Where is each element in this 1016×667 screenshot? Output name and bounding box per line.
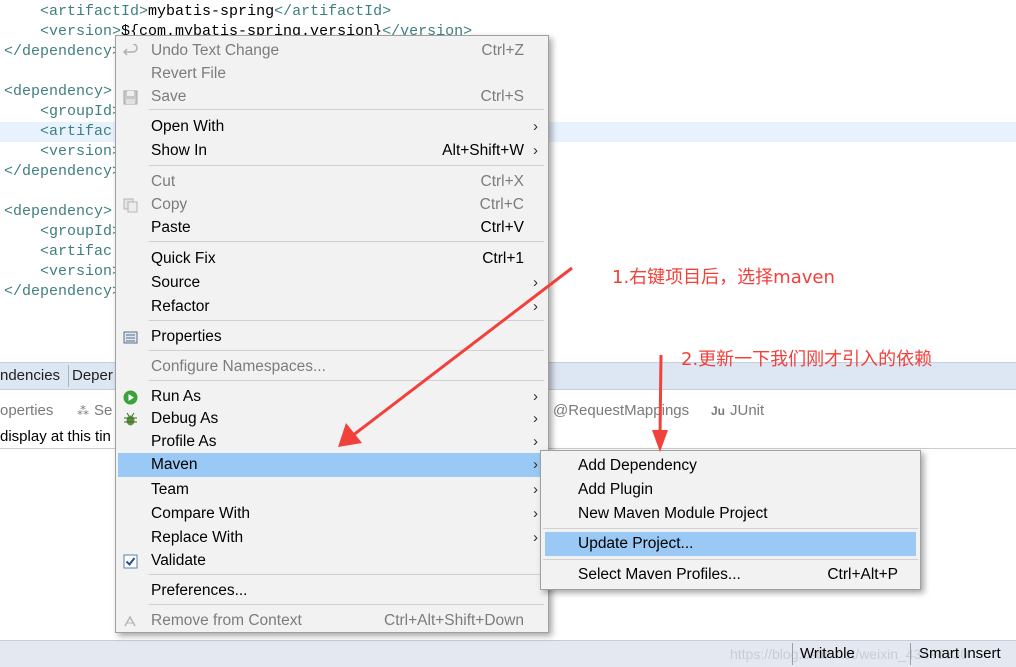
menu-compare-with[interactable]: Compare With › (116, 502, 548, 525)
checkbox-checked-icon (123, 553, 138, 569)
run-icon (123, 389, 138, 405)
menu-refactor[interactable]: Refactor › (116, 295, 548, 318)
menu-separator (149, 350, 544, 351)
menu-separator (149, 574, 544, 575)
chevron-right-icon: › (533, 456, 538, 473)
submenu-select-maven-profiles[interactable]: Select Maven Profiles... Ctrl+Alt+P (541, 563, 920, 586)
junit-icon: Ju (711, 404, 726, 418)
menu-quick-fix[interactable]: Quick Fix Ctrl+1 (116, 247, 548, 270)
menu-profile-as[interactable]: Profile As › (116, 430, 548, 453)
menu-cut[interactable]: Cut Ctrl+X (116, 170, 548, 193)
annotation-step-1: 1.右键项目后，选择maven (612, 267, 835, 288)
menu-preferences[interactable]: Preferences... (116, 579, 548, 602)
properties-icon (123, 329, 138, 344)
chevron-right-icon: › (533, 142, 538, 159)
menu-remove-from-context[interactable]: Remove from Context Ctrl+Alt+Shift+Down (116, 609, 548, 632)
menu-team[interactable]: Team › (116, 478, 548, 501)
menu-revert-file[interactable]: Revert File (116, 62, 548, 85)
submenu-add-plugin[interactable]: Add Plugin (541, 478, 920, 501)
chevron-right-icon: › (533, 388, 538, 405)
menu-separator (149, 320, 544, 321)
servers-icon: ⁂ (77, 404, 89, 418)
save-icon (123, 89, 138, 105)
menu-separator (543, 528, 918, 529)
context-menu: Undo Text Change Ctrl+Z Revert File Save C… (115, 35, 549, 633)
menu-configure-namespaces[interactable]: Configure Namespaces... (116, 355, 548, 378)
menu-paste[interactable]: Paste Ctrl+V (116, 216, 548, 239)
code-line: <dependency> (4, 203, 113, 220)
properties-view-link[interactable]: operties (0, 400, 53, 422)
menu-source[interactable]: Source › (116, 271, 548, 294)
menu-copy[interactable]: Copy Ctrl+C (116, 193, 548, 216)
code-line: <version> (40, 143, 122, 160)
status-divider (792, 643, 793, 665)
chevron-right-icon: › (533, 274, 538, 291)
menu-separator (149, 165, 544, 166)
menu-separator (149, 380, 544, 381)
junit-view-link[interactable]: JUnit (730, 400, 764, 422)
submenu-add-dependency[interactable]: Add Dependency (541, 454, 920, 477)
request-mappings-view-link[interactable]: @RequestMappings (553, 400, 689, 422)
status-bar: https://blog.csdn.net/weixin_43496330 Wr… (0, 640, 1016, 667)
chevron-right-icon: › (533, 505, 538, 522)
chevron-right-icon: › (533, 410, 538, 427)
code-line: <artifactId>mybatis-spring</artifactId> (40, 3, 392, 20)
tab-dependency-hierarchy[interactable]: Deper (72, 365, 113, 387)
tab-divider (68, 365, 69, 387)
menu-save[interactable]: Save Ctrl+S (116, 85, 548, 108)
code-line: <groupId> (40, 103, 122, 120)
tab-dependencies[interactable]: ndencies (0, 365, 60, 387)
menu-properties[interactable]: Properties (116, 325, 548, 348)
maven-submenu: Add Dependency Add Plugin New Maven Modu… (540, 450, 921, 590)
servers-view-link[interactable]: Se (94, 400, 112, 422)
menu-open-with[interactable]: Open With › (116, 115, 548, 138)
debug-bug-icon (123, 411, 138, 426)
menu-maven[interactable]: Maven › (118, 453, 546, 477)
code-line: <artifac (40, 243, 113, 260)
menu-run-as[interactable]: Run As › (116, 385, 548, 408)
code-line: </dependency> (4, 283, 122, 300)
menu-replace-with[interactable]: Replace With › (116, 526, 548, 549)
copy-icon (123, 197, 138, 213)
remove-context-icon (123, 613, 138, 628)
code-line: </dependency> (4, 43, 122, 60)
submenu-update-project[interactable]: Update Project... (545, 532, 916, 556)
code-line: <groupId> (40, 223, 122, 240)
code-line: <version> (40, 263, 122, 280)
code-line: <dependency> (4, 83, 113, 100)
menu-separator (149, 604, 544, 605)
code-line: <artifac (40, 123, 113, 140)
chevron-right-icon: › (533, 529, 538, 546)
code-line: </dependency> (4, 163, 122, 180)
menu-undo-text-change[interactable]: Undo Text Change Ctrl+Z (116, 39, 548, 62)
chevron-right-icon: › (533, 298, 538, 315)
chevron-right-icon: › (533, 118, 538, 135)
menu-separator (543, 559, 918, 560)
submenu-new-maven-module-project[interactable]: New Maven Module Project (541, 502, 920, 525)
menu-validate[interactable]: Validate (116, 549, 548, 572)
menu-debug-as[interactable]: Debug As › (116, 407, 548, 430)
annotation-step-2: 2.更新一下我们刚才引入的依赖 (681, 349, 933, 370)
menu-show-in[interactable]: Show In Alt+Shift+W › (116, 139, 548, 162)
chevron-right-icon: › (533, 481, 538, 498)
undo-icon (122, 43, 138, 58)
status-divider (910, 643, 911, 665)
menu-separator (149, 109, 544, 110)
status-writable: Writable (800, 645, 855, 662)
status-insert-mode: Smart Insert (919, 645, 1001, 662)
menu-separator (149, 241, 544, 242)
chevron-right-icon: › (533, 433, 538, 450)
